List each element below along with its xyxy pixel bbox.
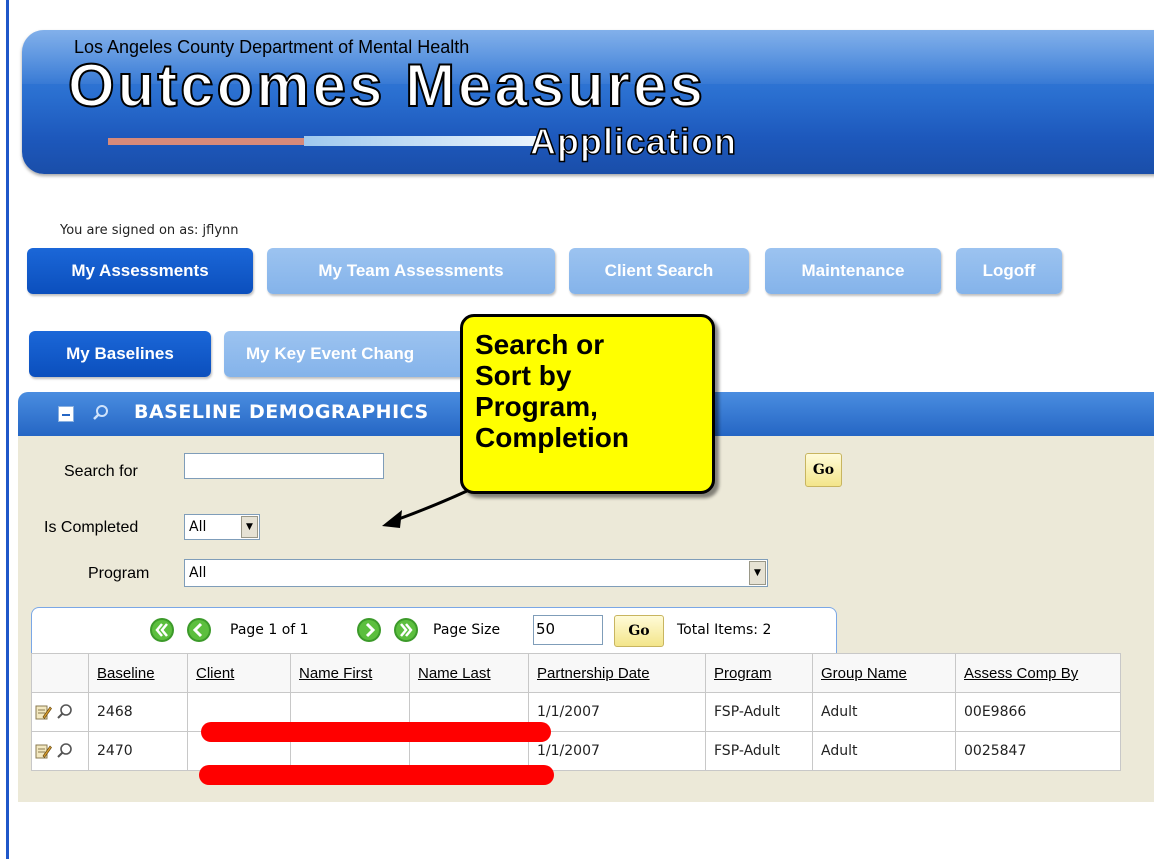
prev-page-icon[interactable] — [186, 617, 212, 643]
row-actions — [31, 731, 89, 771]
redaction-bar — [201, 722, 551, 742]
edit-icon[interactable] — [34, 703, 52, 721]
cell-partnership-date: 1/1/2007 — [528, 692, 706, 732]
cell-program: FSP-Adult — [705, 731, 813, 771]
nav-maintenance[interactable]: Maintenance — [765, 248, 941, 294]
table-header-row: Baseline Client Name First Name Last Par… — [31, 653, 1121, 693]
column-header-partnership-date[interactable]: Partnership Date — [528, 653, 706, 693]
first-page-icon[interactable] — [149, 617, 175, 643]
search-for-label: Search for — [64, 463, 138, 480]
edit-icon[interactable] — [34, 742, 52, 760]
callout-line: Completion — [475, 422, 629, 453]
column-header-name-last[interactable]: Name Last — [409, 653, 529, 693]
app-subtitle: Application — [529, 121, 737, 162]
panel-title: BASELINE DEMOGRAPHICS — [134, 401, 429, 423]
column-header-assess-comp-by[interactable]: Assess Comp By — [955, 653, 1121, 693]
app-title: Outcomes Measures — [67, 52, 706, 119]
page-size-input[interactable]: 50 — [533, 615, 603, 645]
signed-on-text: You are signed on as: jflynn — [60, 223, 239, 238]
nav-my-assessments[interactable]: My Assessments — [27, 248, 253, 294]
is-completed-select[interactable]: All ▼ — [184, 514, 260, 540]
cell-assess-comp-by: 0025847 — [955, 731, 1121, 771]
program-value: All — [189, 565, 207, 581]
view-magnifier-icon[interactable] — [56, 742, 74, 760]
program-select[interactable]: All ▼ — [184, 559, 768, 587]
column-header-client[interactable]: Client — [187, 653, 291, 693]
last-page-icon[interactable] — [393, 617, 419, 643]
column-header-baseline[interactable]: Baseline — [88, 653, 188, 693]
dropdown-arrow-icon[interactable]: ▼ — [241, 516, 258, 538]
column-header-name-first[interactable]: Name First — [290, 653, 410, 693]
dropdown-arrow-icon[interactable]: ▼ — [749, 561, 766, 585]
table-row: 2470 1/1/2007 FSP-Adult Adult 0025847 — [31, 731, 1121, 771]
page-size-go-button[interactable]: Go — [614, 615, 664, 647]
annotation-callout: Search or Sort by Program, Completion — [460, 314, 715, 494]
total-items: Total Items: 2 — [677, 622, 772, 638]
column-header-group-name[interactable]: Group Name — [812, 653, 956, 693]
cell-partnership-date: 1/1/2007 — [528, 731, 706, 771]
callout-line: Search or — [475, 329, 605, 360]
banner-swoosh-light — [304, 136, 536, 146]
subtab-my-baselines[interactable]: My Baselines — [29, 331, 211, 377]
is-completed-value: All — [189, 519, 207, 535]
collapse-icon[interactable] — [58, 406, 74, 422]
cell-group-name: Adult — [812, 731, 956, 771]
next-page-icon[interactable] — [356, 617, 382, 643]
cell-baseline: 2470 — [88, 731, 188, 771]
program-label: Program — [88, 565, 150, 582]
table-row: 2468 1/1/2007 FSP-Adult Adult 00E9866 — [31, 692, 1121, 732]
cell-baseline: 2468 — [88, 692, 188, 732]
page-indicator: Page 1 of 1 — [230, 622, 309, 638]
nav-logoff[interactable]: Logoff — [956, 248, 1062, 294]
app-banner: Los Angeles County Department of Mental … — [22, 30, 1154, 174]
callout-line: Program, — [475, 391, 598, 422]
search-icon — [93, 405, 108, 420]
baseline-table: Baseline Client Name First Name Last Par… — [31, 653, 1121, 771]
banner-swoosh — [108, 138, 304, 145]
row-actions — [31, 692, 89, 732]
cell-program: FSP-Adult — [705, 692, 813, 732]
is-completed-label: Is Completed — [44, 519, 139, 536]
search-go-button[interactable]: Go — [805, 453, 842, 487]
view-magnifier-icon[interactable] — [56, 703, 74, 721]
nav-client-search[interactable]: Client Search — [569, 248, 749, 294]
callout-line: Sort by — [475, 360, 572, 391]
nav-my-team-assessments[interactable]: My Team Assessments — [267, 248, 555, 294]
left-border — [6, 0, 9, 859]
actions-column-header — [31, 653, 89, 693]
redaction-bar — [199, 765, 554, 785]
page-size-label: Page Size — [433, 622, 501, 638]
column-header-program[interactable]: Program — [705, 653, 813, 693]
cell-assess-comp-by: 00E9866 — [955, 692, 1121, 732]
cell-group-name: Adult — [812, 692, 956, 732]
search-input[interactable] — [184, 453, 384, 479]
